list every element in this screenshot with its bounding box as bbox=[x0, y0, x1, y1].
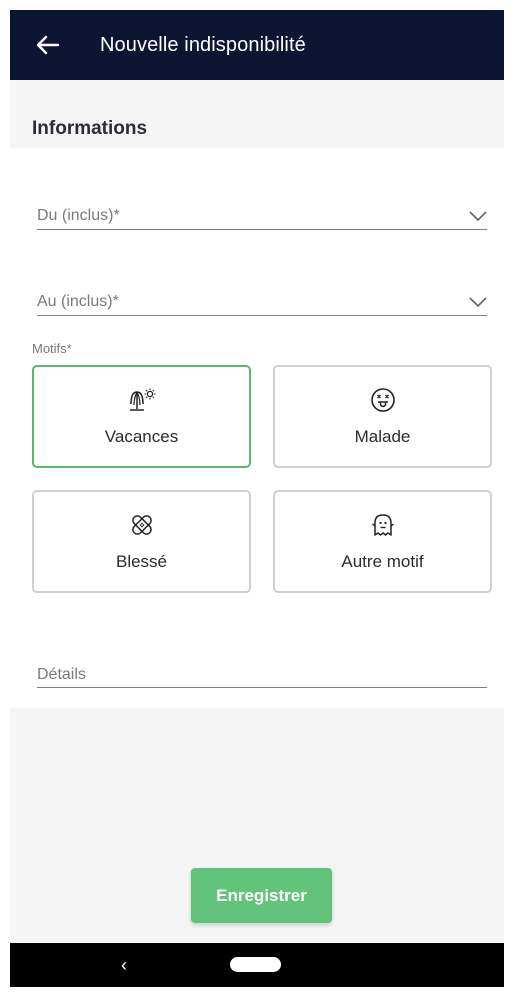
system-nav-bar: ‹ bbox=[10, 943, 504, 987]
app-bar: Nouvelle indisponibilité bbox=[10, 10, 504, 80]
beach-umbrella-sun-icon bbox=[129, 388, 155, 411]
to-date-label: Au (inclus)* bbox=[37, 293, 119, 310]
sick-face-icon bbox=[370, 388, 395, 412]
from-date-label: Du (inclus)* bbox=[37, 207, 120, 224]
home-pill-icon[interactable] bbox=[230, 957, 281, 972]
details-placeholder: Détails bbox=[37, 666, 86, 683]
reason-label: Autre motif bbox=[341, 552, 424, 571]
nav-back-icon[interactable]: ‹ bbox=[114, 955, 134, 975]
reasons-label: Motifs* bbox=[32, 341, 72, 356]
reason-card-blesse[interactable]: Blessé bbox=[32, 490, 251, 593]
phone-screen: Nouvelle indisponibilité Informations Du… bbox=[10, 10, 504, 987]
page-title: Nouvelle indisponibilité bbox=[100, 33, 306, 56]
section-header: Informations bbox=[10, 80, 504, 148]
details-input[interactable]: Détails bbox=[37, 653, 487, 688]
save-button[interactable]: Enregistrer bbox=[191, 868, 332, 923]
arrow-left-icon bbox=[36, 35, 60, 55]
section-title: Informations bbox=[32, 118, 148, 139]
to-date-select[interactable]: Au (inclus)* bbox=[37, 286, 487, 316]
reason-card-autre[interactable]: Autre motif bbox=[273, 490, 492, 593]
reason-card-malade[interactable]: Malade bbox=[273, 365, 492, 468]
back-button[interactable] bbox=[24, 21, 72, 69]
chevron-down-icon bbox=[469, 297, 487, 307]
reason-card-vacances[interactable]: Vacances bbox=[32, 365, 251, 468]
ghost-icon bbox=[371, 514, 394, 536]
from-date-select[interactable]: Du (inclus)* bbox=[37, 200, 487, 230]
reason-label: Vacances bbox=[104, 427, 179, 446]
chevron-down-icon bbox=[469, 211, 487, 221]
bandage-icon bbox=[131, 515, 152, 535]
unavailability-form: Du (inclus)* Au (inclus)* Motifs* Vacanc… bbox=[10, 148, 504, 708]
reason-label: Blessé bbox=[115, 552, 168, 571]
reason-label: Malade bbox=[354, 427, 411, 446]
